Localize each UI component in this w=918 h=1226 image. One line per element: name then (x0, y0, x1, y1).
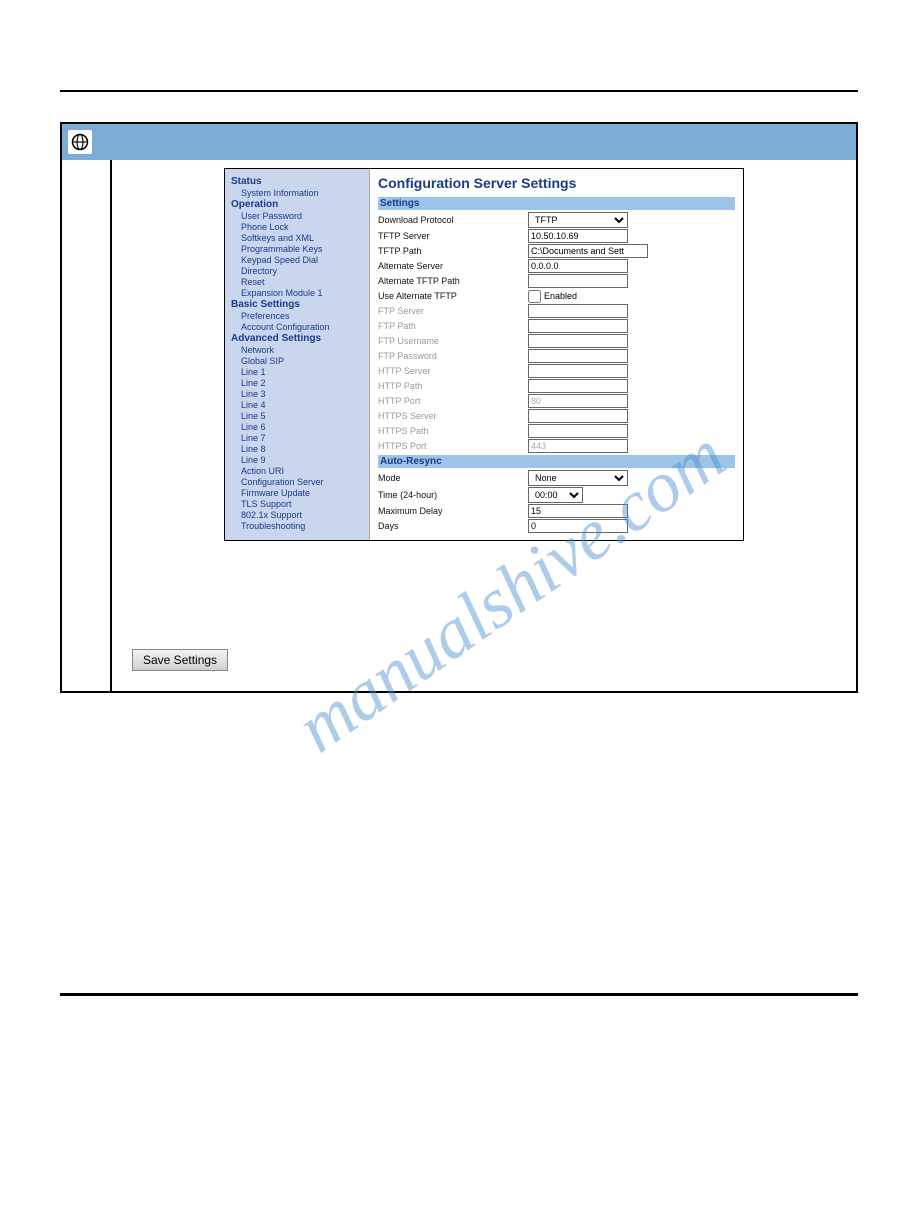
step-3-body (111, 561, 857, 641)
sidebar-item-line-1[interactable]: Line 1 (231, 367, 365, 377)
sidebar-item-phone-lock[interactable]: Phone Lock (231, 222, 365, 232)
autoresync-section-header: Auto-Resync (378, 455, 735, 468)
save-settings-button[interactable]: Save Settings (132, 649, 228, 671)
use-alternate-tftp-label: Use Alternate TFTP (378, 291, 528, 301)
ftp-server-input[interactable] (528, 304, 628, 318)
sidebar-item-line-4[interactable]: Line 4 (231, 400, 365, 410)
sidebar-item-firmware-update[interactable]: Firmware Update (231, 488, 365, 498)
sidebar-item-line-2[interactable]: Line 2 (231, 378, 365, 388)
http-port-label: HTTP Port (378, 396, 528, 406)
sidebar-item-keypad-speed-dial[interactable]: Keypad Speed Dial (231, 255, 365, 265)
sidebar-item-global-sip[interactable]: Global SIP (231, 356, 365, 366)
sidebar-item-tls-support[interactable]: TLS Support (231, 499, 365, 509)
sidebar-item-line-9[interactable]: Line 9 (231, 455, 365, 465)
step-3-number-cell (61, 561, 111, 641)
sidebar-item-reset[interactable]: Reset (231, 277, 365, 287)
globe-icon (68, 130, 92, 154)
ftp-username-input[interactable] (528, 334, 628, 348)
sidebar-item-programmable-keys[interactable]: Programmable Keys (231, 244, 365, 254)
sidebar-item-line-7[interactable]: Line 7 (231, 433, 365, 443)
ftp-path-input[interactable] (528, 319, 628, 333)
sidebar-item-action-uri[interactable]: Action URI (231, 466, 365, 476)
alternate-tftp-path-input[interactable] (528, 274, 628, 288)
step-4-number-cell (61, 641, 111, 692)
days-label: Days (378, 521, 528, 531)
step-4-row: Save Settings (61, 641, 857, 692)
download-protocol-label: Download Protocol (378, 215, 528, 225)
https-port-label: HTTPS Port (378, 441, 528, 451)
sidebar: Status System Information Operation User… (225, 169, 370, 540)
bottom-rule (60, 993, 858, 996)
enabled-label: Enabled (544, 291, 577, 301)
alternate-server-label: Alternate Server (378, 261, 528, 271)
settings-section-header: Settings (378, 197, 735, 210)
download-protocol-select[interactable]: TFTP (528, 212, 628, 228)
tftp-path-input[interactable] (528, 244, 648, 258)
page-title: Configuration Server Settings (378, 175, 735, 191)
http-path-input[interactable] (528, 379, 628, 393)
sidebar-item-line-6[interactable]: Line 6 (231, 422, 365, 432)
ftp-password-input[interactable] (528, 349, 628, 363)
web-ui-header-row (61, 123, 857, 160)
content-pane: Configuration Server Settings Settings D… (370, 169, 743, 540)
http-server-input[interactable] (528, 364, 628, 378)
https-port-input[interactable] (528, 439, 628, 453)
max-delay-input[interactable] (528, 504, 628, 518)
sidebar-item-network[interactable]: Network (231, 345, 365, 355)
sidebar-item-line-3[interactable]: Line 3 (231, 389, 365, 399)
alternate-server-input[interactable] (528, 259, 628, 273)
alternate-tftp-path-label: Alternate TFTP Path (378, 276, 528, 286)
use-alternate-tftp-checkbox[interactable] (528, 290, 541, 303)
https-path-input[interactable] (528, 424, 628, 438)
step-2-row: Status System Information Operation User… (61, 160, 857, 561)
max-delay-label: Maximum Delay (378, 506, 528, 516)
ftp-server-label: FTP Server (378, 306, 528, 316)
https-server-label: HTTPS Server (378, 411, 528, 421)
sidebar-item-expansion-module[interactable]: Expansion Module 1 (231, 288, 365, 298)
days-input[interactable] (528, 519, 628, 533)
sidebar-item-user-password[interactable]: User Password (231, 211, 365, 221)
sidebar-item-config-server[interactable]: Configuration Server (231, 477, 365, 487)
ftp-password-label: FTP Password (378, 351, 528, 361)
sidebar-item-system-information[interactable]: System Information (231, 188, 365, 198)
sidebar-item-directory[interactable]: Directory (231, 266, 365, 276)
http-server-label: HTTP Server (378, 366, 528, 376)
sidebar-item-softkeys-xml[interactable]: Softkeys and XML (231, 233, 365, 243)
sidebar-header-advanced: Advanced Settings (231, 333, 365, 344)
ftp-path-label: FTP Path (378, 321, 528, 331)
ftp-username-label: FTP Username (378, 336, 528, 346)
https-path-label: HTTPS Path (378, 426, 528, 436)
sidebar-header-basic: Basic Settings (231, 299, 365, 310)
step-3-row (61, 561, 857, 641)
sidebar-item-account-config[interactable]: Account Configuration (231, 322, 365, 332)
tftp-path-label: TFTP Path (378, 246, 528, 256)
time-select[interactable]: 00:00 (528, 487, 583, 503)
config-server-screenshot: Status System Information Operation User… (224, 168, 744, 541)
steps-table: Status System Information Operation User… (60, 122, 858, 693)
mode-select[interactable]: None (528, 470, 628, 486)
http-path-label: HTTP Path (378, 381, 528, 391)
time-label: Time (24-hour) (378, 490, 528, 500)
sidebar-item-8021x[interactable]: 802.1x Support (231, 510, 365, 520)
http-port-input[interactable] (528, 394, 628, 408)
https-server-input[interactable] (528, 409, 628, 423)
sidebar-item-line-8[interactable]: Line 8 (231, 444, 365, 454)
sidebar-item-troubleshooting[interactable]: Troubleshooting (231, 521, 365, 531)
sidebar-item-line-5[interactable]: Line 5 (231, 411, 365, 421)
sidebar-header-operation: Operation (231, 199, 365, 210)
sidebar-item-preferences[interactable]: Preferences (231, 311, 365, 321)
tftp-server-input[interactable] (528, 229, 628, 243)
top-rule (60, 90, 858, 92)
sidebar-header-status: Status (231, 176, 365, 187)
tftp-server-label: TFTP Server (378, 231, 528, 241)
step-2-number-cell (61, 160, 111, 561)
mode-label: Mode (378, 473, 528, 483)
